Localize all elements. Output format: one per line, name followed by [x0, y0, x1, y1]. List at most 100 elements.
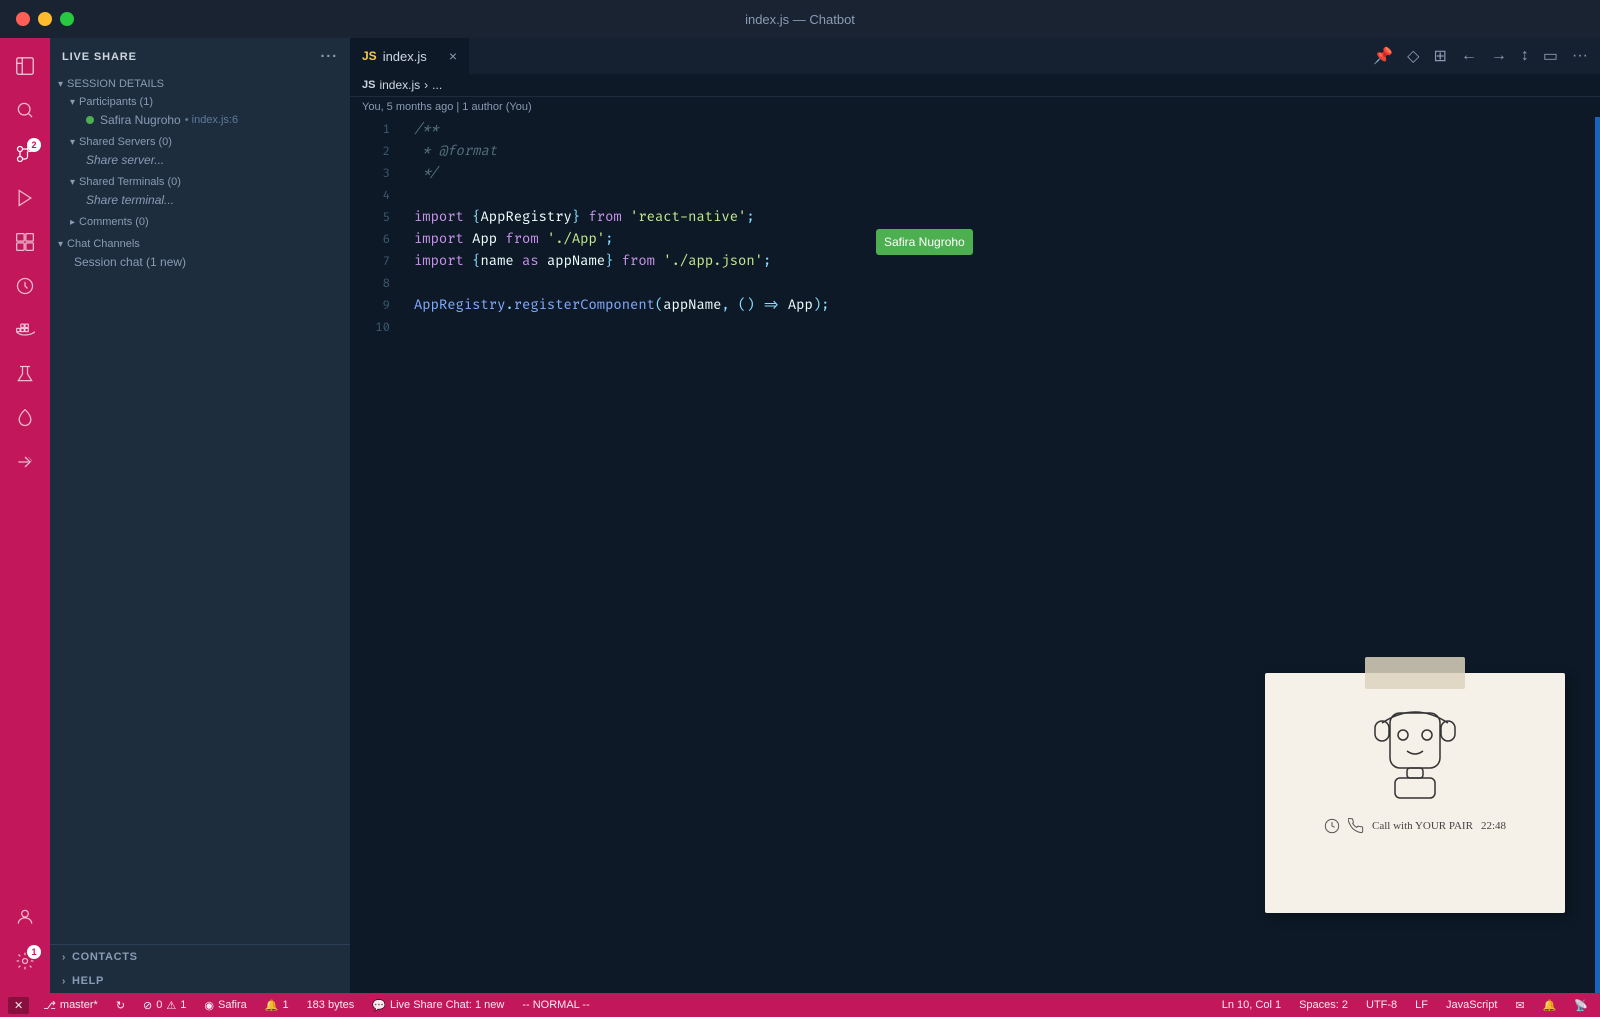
- sidebar-bottom: › CONTACTS › HELP: [50, 944, 350, 993]
- minimize-button[interactable]: [38, 12, 52, 26]
- settings-badge: 1: [27, 945, 41, 959]
- illustration-time: 22:48: [1481, 815, 1506, 837]
- more-icon[interactable]: ···: [320, 48, 338, 65]
- sidebar-title: LIVE SHARE: [62, 51, 137, 63]
- status-bar: ✕ ⎇ master* ↻ ⊘ 0 ⚠ 1 ◉ Safira 🔔 1 183 b…: [0, 993, 1600, 1017]
- encoding-item[interactable]: UTF-8: [1362, 999, 1401, 1011]
- user-item[interactable]: ◉ Safira: [200, 999, 250, 1012]
- account-icon[interactable]: [5, 897, 45, 937]
- x-icon: ✕: [14, 999, 23, 1012]
- illustration-container: Call with YOUR PAIR 22:48: [1215, 653, 1595, 933]
- session-details-header[interactable]: ▾ SESSION DETAILS: [50, 75, 350, 93]
- breadcrumb-more[interactable]: ...: [432, 78, 442, 92]
- breadcrumb-file[interactable]: index.js: [379, 78, 420, 92]
- go-back-icon[interactable]: ←: [1457, 43, 1481, 69]
- files-icon[interactable]: [5, 46, 45, 86]
- run-debug-icon[interactable]: [5, 178, 45, 218]
- cursor-position-item[interactable]: Ln 10, Col 1: [1218, 999, 1285, 1011]
- notification-item[interactable]: 🔔 1: [261, 999, 293, 1012]
- shared-terminals-header[interactable]: ▾ Shared Terminals (0): [50, 173, 350, 191]
- line-numbers: 1 2 3 4 5 6 7 8 9 10: [350, 117, 398, 993]
- contacts-item[interactable]: › CONTACTS: [50, 945, 350, 969]
- help-label: HELP: [72, 975, 104, 987]
- shared-servers-label: Shared Servers (0): [79, 136, 172, 148]
- participant-safira[interactable]: Safira Nugroho • index.js:6: [50, 111, 350, 129]
- sync-item[interactable]: ↻: [112, 999, 129, 1012]
- cursor-position: Ln 10, Col 1: [1222, 999, 1281, 1011]
- session-chat-item[interactable]: Session chat (1 new): [50, 253, 350, 271]
- file-size-item[interactable]: 183 bytes: [303, 999, 359, 1011]
- error-count: 0: [156, 999, 162, 1011]
- comments-section: ▸ Comments (0): [50, 213, 350, 231]
- broadcast-icon-item[interactable]: 📡: [1570, 999, 1592, 1012]
- split-editor-icon[interactable]: ◇: [1403, 42, 1423, 70]
- participants-header[interactable]: ▾ Participants (1): [50, 93, 350, 111]
- chat-channels-section: ▾ Chat Channels Session chat (1 new): [50, 235, 350, 271]
- close-button[interactable]: [16, 12, 30, 26]
- warning-count: 1: [180, 999, 186, 1011]
- liveshare-status-item[interactable]: 💬 Live Share Chat: 1 new: [368, 999, 508, 1012]
- participants-section: ▾ Participants (1) Safira Nugroho • inde…: [50, 93, 350, 129]
- comments-header[interactable]: ▸ Comments (0): [50, 213, 350, 231]
- feedback-icon-item[interactable]: ✉: [1511, 999, 1528, 1012]
- bell-icon-item[interactable]: 🔔: [1539, 999, 1561, 1012]
- line-ending-item[interactable]: LF: [1411, 999, 1432, 1011]
- main-layout: 2 1: [0, 38, 1600, 993]
- git-blame-text: You, 5 months ago | 1 author (You): [362, 101, 532, 113]
- code-content[interactable]: /** * @format */ import {AppRegistry} fr…: [398, 117, 1595, 993]
- source-control-badge: 2: [27, 138, 41, 152]
- flask-icon[interactable]: [5, 354, 45, 394]
- docker-icon[interactable]: [5, 310, 45, 350]
- code-line-6: import App from './App'; Safira Nugroho: [414, 229, 1595, 251]
- source-control-icon[interactable]: 2: [5, 134, 45, 174]
- extensions-icon[interactable]: [5, 222, 45, 262]
- share-terminal-item[interactable]: Share terminal...: [50, 191, 350, 209]
- errors-item[interactable]: ⊘ 0 ⚠ 1: [139, 999, 190, 1012]
- split-right-icon[interactable]: ▭: [1539, 42, 1562, 70]
- file-size: 183 bytes: [307, 999, 355, 1011]
- maximize-button[interactable]: [60, 12, 74, 26]
- code-line-8: [414, 273, 1595, 295]
- search-icon[interactable]: [5, 90, 45, 130]
- tape: [1365, 657, 1465, 689]
- tab-close-button[interactable]: ×: [449, 48, 457, 64]
- chat-channels-header[interactable]: ▾ Chat Channels: [50, 235, 350, 253]
- share-terminal-label: Share terminal...: [86, 193, 174, 207]
- breadcrumb-file-icon: JS: [362, 79, 375, 91]
- window-title: index.js — Chatbot: [745, 12, 855, 27]
- error-icon: ⊘: [143, 999, 152, 1012]
- sync-icon: ↻: [116, 999, 125, 1012]
- share-server-item[interactable]: Share server...: [50, 151, 350, 169]
- user-tooltip: Safira Nugroho: [876, 229, 973, 255]
- go-forward-icon[interactable]: →: [1487, 43, 1511, 69]
- settings-icon[interactable]: 1: [5, 941, 45, 981]
- leaf-icon[interactable]: [5, 398, 45, 438]
- liveshare-chat-icon: 💬: [372, 999, 386, 1012]
- more-actions-icon[interactable]: ···: [1568, 43, 1592, 69]
- open-changes-icon[interactable]: ↕: [1517, 43, 1533, 69]
- sidebar-header-icons: ···: [320, 48, 338, 65]
- liveshare-chat-label: Live Share Chat: 1 new: [390, 999, 504, 1011]
- comments-label: Comments (0): [79, 216, 149, 228]
- participants-label: Participants (1): [79, 96, 153, 108]
- share-server-label: Share server...: [86, 153, 164, 167]
- help-item[interactable]: › HELP: [50, 969, 350, 993]
- activity-bar: 2 1: [0, 38, 50, 993]
- notification-count: 1: [282, 999, 288, 1011]
- branch-item[interactable]: ⎇ master*: [39, 999, 102, 1012]
- language-item[interactable]: JavaScript: [1442, 999, 1501, 1011]
- close-session-button[interactable]: ✕: [8, 997, 29, 1014]
- tab-index-js[interactable]: JS index.js ×: [350, 38, 470, 74]
- layout-icon[interactable]: ⊞: [1429, 42, 1450, 70]
- shared-servers-header[interactable]: ▾ Shared Servers (0): [50, 133, 350, 151]
- pin-icon[interactable]: 📌: [1369, 42, 1397, 70]
- participant-name: Safira Nugroho: [100, 113, 181, 127]
- timer-icon[interactable]: [5, 266, 45, 306]
- encoding-label: UTF-8: [1366, 999, 1397, 1011]
- liveshare-icon[interactable]: [5, 442, 45, 482]
- spaces-item[interactable]: Spaces: 2: [1295, 999, 1352, 1011]
- code-editor[interactable]: 1 2 3 4 5 6 7 8 9 10 /** * @format */ im…: [350, 117, 1600, 993]
- code-line-3: */: [414, 163, 1595, 185]
- broadcast-icon: 📡: [1574, 999, 1588, 1012]
- user-name: Safira: [218, 999, 247, 1011]
